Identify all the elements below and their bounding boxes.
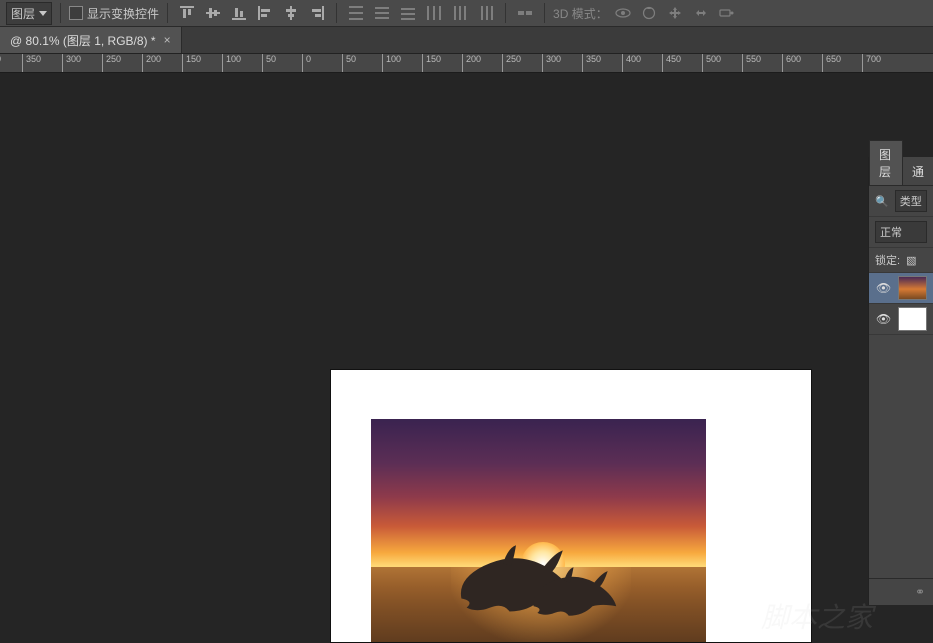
ruler-tick: 250 xyxy=(102,54,121,72)
document-tab[interactable]: @ 80.1% (图层 1, RGB/8) * × xyxy=(0,27,182,53)
ruler-tick: 650 xyxy=(822,54,841,72)
layer-filter-select[interactable]: 类型 xyxy=(895,190,927,212)
link-layers-icon[interactable]: ⚭ xyxy=(915,585,925,599)
options-toolbar: 图层 显示变换控件 3D 模式： xyxy=(0,0,933,27)
document-tab-title: @ 80.1% (图层 1, RGB/8) * xyxy=(10,32,156,49)
ruler-tick: 550 xyxy=(742,54,761,72)
close-icon[interactable]: × xyxy=(164,33,171,47)
dolphin-small xyxy=(526,562,621,622)
document-tab-strip: @ 80.1% (图层 1, RGB/8) * × xyxy=(0,27,933,54)
ruler-tick: 50 xyxy=(262,54,276,72)
separator xyxy=(505,3,506,23)
distribute-left-icon[interactable] xyxy=(423,3,445,23)
separator xyxy=(544,3,545,23)
align-top-icon[interactable] xyxy=(176,3,198,23)
separator xyxy=(60,3,61,23)
layer-thumbnail xyxy=(898,276,927,300)
tab-layers[interactable]: 图层 xyxy=(869,140,903,185)
orbit-3d-icon[interactable] xyxy=(612,3,634,23)
search-icon[interactable]: 🔍 xyxy=(875,195,889,208)
ruler-tick: 400 xyxy=(622,54,641,72)
roll-3d-icon[interactable] xyxy=(638,3,660,23)
ruler-tick: 150 xyxy=(182,54,201,72)
distribute-top-icon[interactable] xyxy=(345,3,367,23)
ruler-tick: 450 xyxy=(662,54,681,72)
watermark: 脚本之家 xyxy=(761,596,873,636)
auto-align-icon[interactable] xyxy=(514,3,536,23)
ruler-tick: 350 xyxy=(22,54,41,72)
tab-channels[interactable]: 通 xyxy=(903,158,933,185)
align-bottom-icon[interactable] xyxy=(228,3,250,23)
placed-image xyxy=(371,419,706,642)
align-hcenter-icon[interactable] xyxy=(280,3,302,23)
panel-footer: ⚭ xyxy=(869,578,933,605)
canvas-workspace[interactable]: 脚本之家 图层 通 🔍 类型 正常 锁定: ▧ 👁 👁 ⚭ xyxy=(0,73,933,643)
separator xyxy=(167,3,168,23)
ruler-tick: 100 xyxy=(382,54,401,72)
ruler-tick: 500 xyxy=(702,54,721,72)
ruler-tick: 200 xyxy=(462,54,481,72)
panel-tab-strip: 图层 通 xyxy=(869,157,933,186)
slide-3d-icon[interactable] xyxy=(690,3,712,23)
pan-3d-icon[interactable] xyxy=(664,3,686,23)
layer-filter-row: 🔍 类型 xyxy=(869,186,933,217)
layer-target-select[interactable]: 图层 xyxy=(6,2,52,25)
ruler-tick: 700 xyxy=(862,54,881,72)
layers-panel: 图层 通 🔍 类型 正常 锁定: ▧ 👁 👁 ⚭ xyxy=(868,157,933,605)
show-transform-label: 显示变换控件 xyxy=(87,5,159,22)
ruler-tick: 300 xyxy=(542,54,561,72)
mode3d-label: 3D 模式： xyxy=(553,5,608,22)
lock-pixels-icon[interactable]: ▧ xyxy=(906,254,916,267)
visibility-icon[interactable]: 👁 xyxy=(875,312,892,326)
ruler-tick: 150 xyxy=(422,54,441,72)
blend-mode-select[interactable]: 正常 xyxy=(875,221,927,243)
blend-mode-row: 正常 xyxy=(869,217,933,248)
distribute-hcenter-icon[interactable] xyxy=(449,3,471,23)
distribute-vcenter-icon[interactable] xyxy=(371,3,393,23)
chevron-down-icon xyxy=(39,11,47,16)
layer-thumbnail xyxy=(898,307,927,331)
layer-row-2[interactable]: 👁 xyxy=(869,304,933,335)
ruler-tick: 600 xyxy=(782,54,801,72)
ruler-tick: 400 xyxy=(0,54,1,72)
ruler-tick: 350 xyxy=(582,54,601,72)
align-right-icon[interactable] xyxy=(306,3,328,23)
ruler-tick: 50 xyxy=(342,54,356,72)
distribute-right-icon[interactable] xyxy=(475,3,497,23)
distribute-bottom-icon[interactable] xyxy=(397,3,419,23)
scale-3d-icon[interactable] xyxy=(716,3,738,23)
ruler-tick: 0 xyxy=(302,54,311,72)
ruler-tick: 300 xyxy=(62,54,81,72)
ruler-tick: 250 xyxy=(502,54,521,72)
align-vcenter-icon[interactable] xyxy=(202,3,224,23)
ruler-tick: 100 xyxy=(222,54,241,72)
layer-target-label: 图层 xyxy=(11,5,35,22)
visibility-icon[interactable]: 👁 xyxy=(875,281,892,295)
separator xyxy=(336,3,337,23)
lock-label: 锁定: xyxy=(875,252,900,268)
show-transform-checkbox[interactable] xyxy=(69,6,83,20)
ruler-tick: 200 xyxy=(142,54,161,72)
align-left-icon[interactable] xyxy=(254,3,276,23)
lock-row: 锁定: ▧ xyxy=(869,248,933,273)
layer-row-1[interactable]: 👁 xyxy=(869,273,933,304)
horizontal-ruler: 4003503002502001501005005010015020025030… xyxy=(0,54,933,73)
